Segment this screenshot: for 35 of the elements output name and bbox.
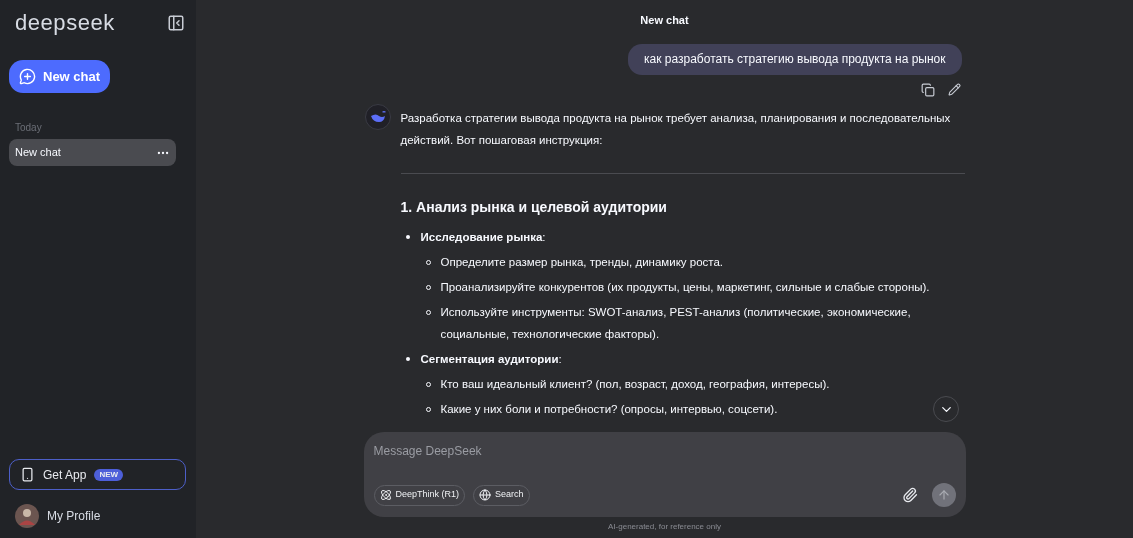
list-item: Используйте инструменты: SWOT-анализ, PEST-анализ (политические, экономические, социальные, технологические факторы).: [440, 304, 912, 342]
section-heading: 1. Анализ рынка и целевой аудитории: [400, 197, 668, 217]
logo[interactable]: deepseek: [15, 6, 115, 39]
footnote: AI-generated, for reference only: [608, 521, 721, 533]
deepthink-icon: [379, 489, 392, 501]
bullet-icon: [405, 356, 410, 361]
avatar[interactable]: [15, 504, 39, 528]
search-icon: [479, 489, 492, 501]
send-button[interactable]: [931, 483, 956, 507]
get-app-button[interactable]: Get App NEW: [9, 459, 186, 490]
scroll-down-button[interactable]: [933, 396, 959, 422]
list-item: Какие у них боли и потребности? (опросы, интервью, соцсети).: [440, 401, 778, 417]
chat-item[interactable]: New chat: [9, 139, 176, 166]
chat-title-header: New chat: [640, 13, 689, 28]
bullet-icon: [405, 234, 410, 239]
edit-icon[interactable]: [947, 82, 961, 96]
user-message: как разработать стратегию вывода продукта на рынок: [628, 43, 962, 75]
message-input[interactable]: Message DeepSeek: [373, 442, 956, 460]
group-label: Today: [14, 121, 43, 135]
phone-icon: [20, 467, 35, 482]
list-item: Сегментация аудитории:: [420, 351, 562, 367]
assistant-intro: Разработка стратегии вывода продукта на рынок требует анализа, планирования и последовательных действий. Вот пошаговая инструкция:: [400, 110, 952, 148]
collapse-sidebar-icon[interactable]: [167, 13, 185, 32]
new-chat-button[interactable]: New chat: [9, 60, 111, 93]
list-item: Кто ваш идеальный клиент? (пол, возраст, доход, география, интересы).: [440, 376, 830, 392]
list-item: Определите размер рынка, тренды, динамику роста.: [440, 254, 724, 270]
profile-name[interactable]: My Profile: [47, 507, 101, 525]
list-item: Проанализируйте конкурентов (их продукты, цены, маркетинг, сильные и слабые стороны).: [440, 279, 930, 295]
copy-icon[interactable]: [920, 82, 935, 97]
chat-title: New chat: [15, 145, 61, 161]
new-badge: NEW: [94, 468, 124, 481]
list-item: Исследование рынка:: [420, 229, 546, 245]
new-chat-icon: [19, 68, 36, 85]
attach-icon[interactable]: [901, 487, 918, 503]
assistant-avatar-icon: [364, 103, 391, 130]
